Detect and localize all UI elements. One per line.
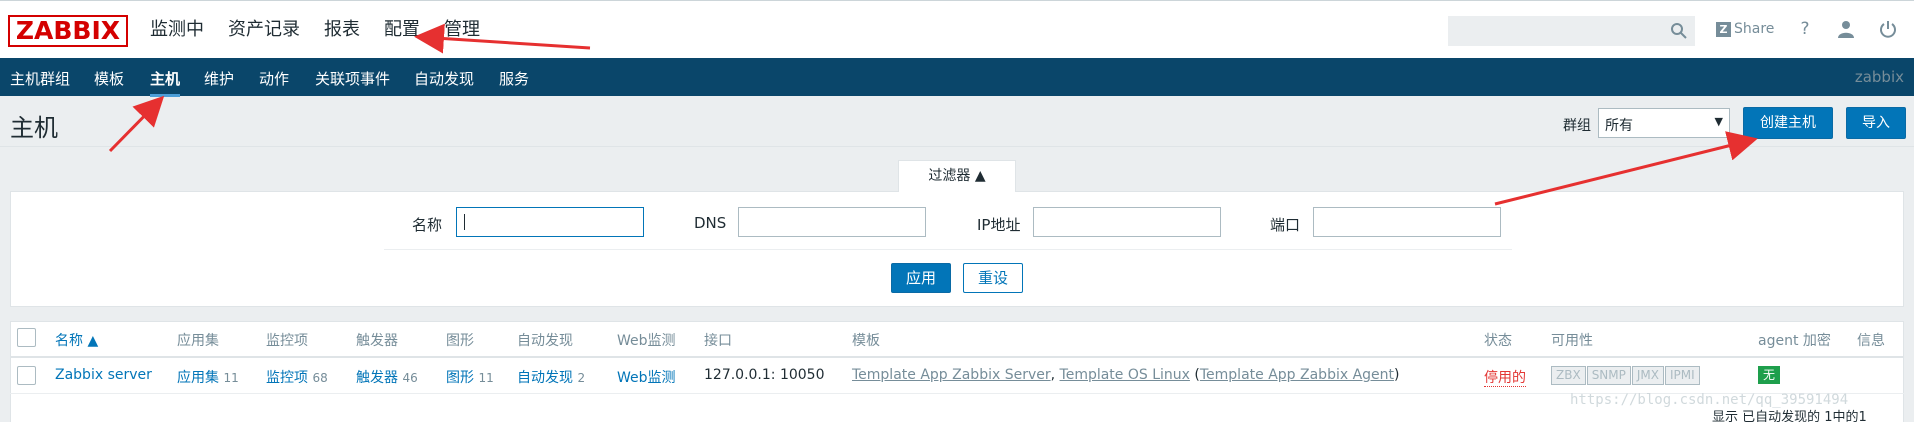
annotation-arrows	[108, 23, 1758, 206]
arrow-to-create-host	[1494, 131, 1758, 206]
arrow-to-config	[414, 23, 591, 54]
arrow-to-hosts	[108, 95, 165, 153]
